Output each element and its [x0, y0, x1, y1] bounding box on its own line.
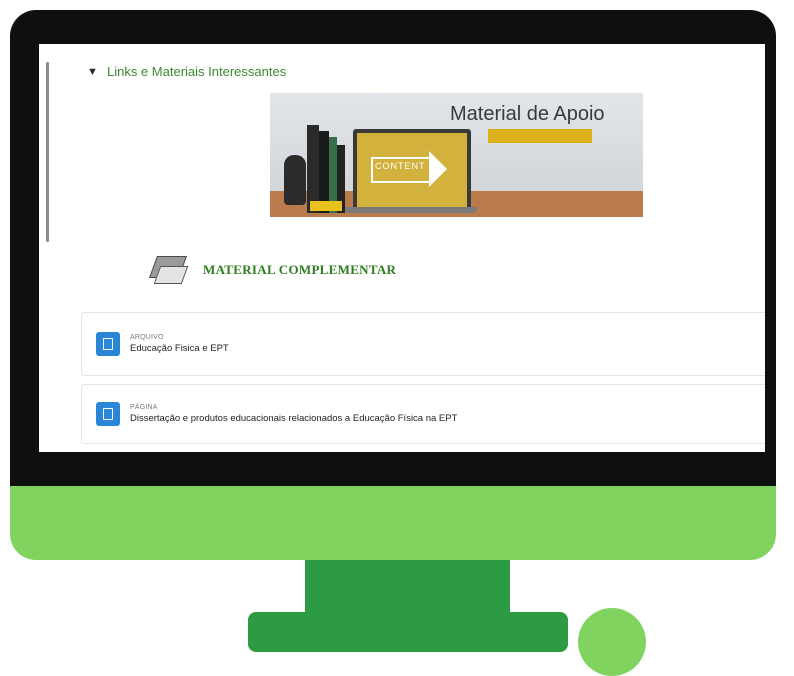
monitor-screen: ▼ Links e Materiais Interessantes CONTEN…	[39, 44, 765, 452]
material-complementar: MATERIAL COMPLEMENTAR	[148, 252, 397, 288]
chevron-down-icon: ▼	[87, 65, 98, 78]
page-icon	[96, 402, 120, 426]
monitor-stand-foot	[248, 612, 568, 652]
decorative-circle	[578, 608, 646, 676]
activity-link[interactable]: Educação Fisica e EPT	[130, 343, 229, 354]
banner-title: Material de Apoio	[450, 103, 605, 125]
figure-icon	[284, 155, 306, 205]
laptop-icon: CONTENT	[353, 129, 471, 213]
papers-icon	[148, 252, 189, 288]
material-complementar-label: MATERIAL COMPLEMENTAR	[203, 262, 397, 277]
activity-type: ARQUIVO	[130, 334, 164, 341]
activity-card-file[interactable]: ARQUIVO Educação Fisica e EPT	[81, 312, 765, 376]
material-de-apoio-banner: CONTENT Material de Apoio	[270, 93, 643, 217]
activity-type: PÁGINA	[130, 404, 158, 411]
section-toggle[interactable]: ▼ Links e Materiais Interessantes	[87, 64, 286, 79]
section-title: Links e Materiais Interessantes	[107, 64, 287, 79]
content-label: CONTENT	[375, 161, 426, 171]
activity-link[interactable]: Dissertação e produtos educacionais rela…	[130, 413, 457, 424]
file-icon	[96, 332, 120, 356]
activity-card-page[interactable]: PÁGINA Dissertação e produtos educaciona…	[81, 384, 765, 444]
arrow-icon	[429, 151, 447, 187]
scrollbar[interactable]	[46, 62, 49, 242]
